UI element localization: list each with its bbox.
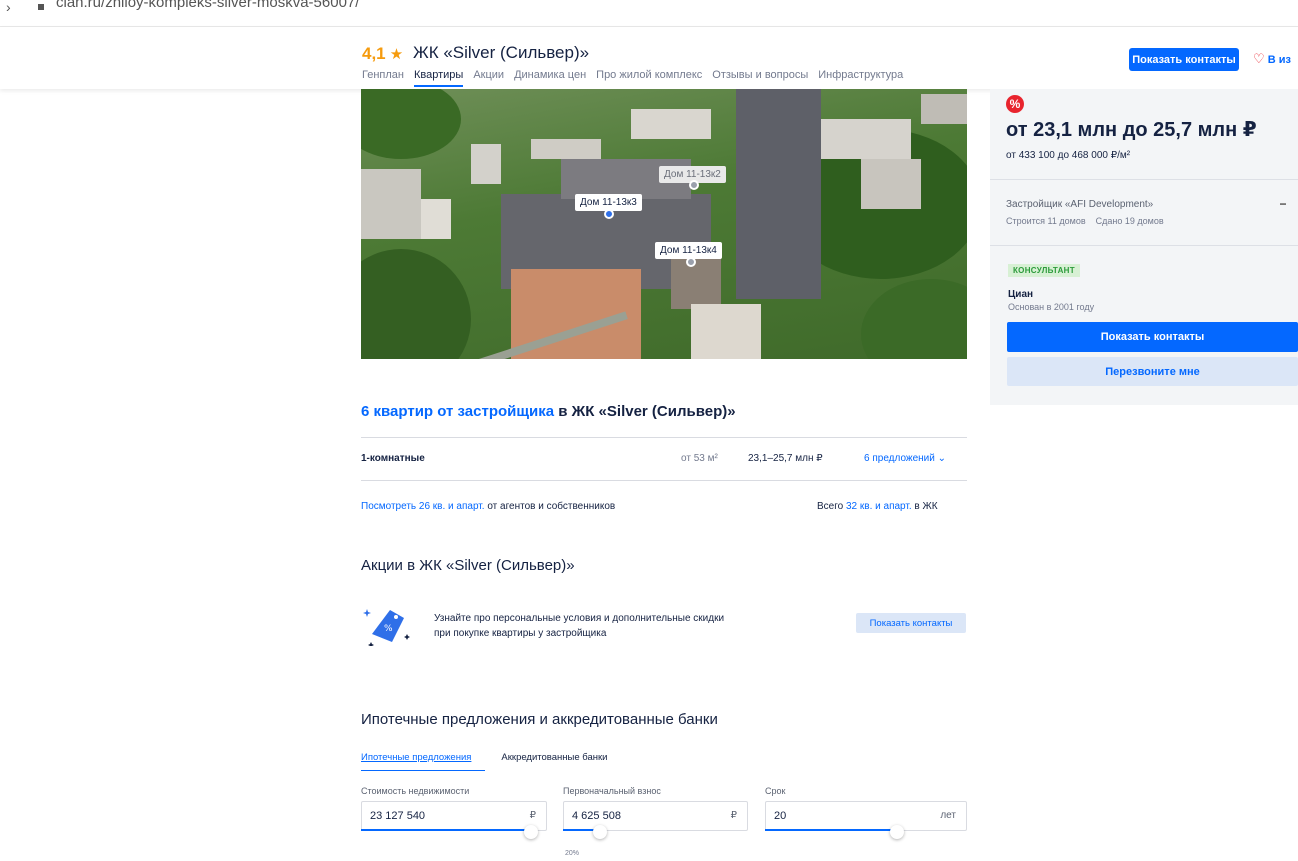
building-shape — [531, 139, 601, 159]
tab-accredited-banks[interactable]: Аккредитованные банки — [501, 752, 607, 763]
building-shape — [631, 109, 711, 139]
svg-text:%: % — [384, 624, 393, 634]
term-slider-handle[interactable] — [890, 825, 904, 839]
price-per-m2: от 433 100 до 468 000 ₽/м² — [1006, 150, 1131, 161]
term-field-label: Срок — [765, 786, 786, 796]
flats-from-developer-link[interactable]: 6 квартир от застройщика — [361, 403, 554, 420]
building-shape — [471, 144, 501, 184]
nav-reviews[interactable]: Отзывы и вопросы — [712, 69, 808, 87]
total-suffix: в ЖК — [911, 501, 938, 512]
complex-render-image[interactable]: Дом 11-13к3 Дом 11-13к2 Дом 11-13к4 — [361, 89, 967, 359]
nav-promos[interactable]: Акции — [473, 69, 504, 87]
discount-badge-icon: % — [1006, 95, 1024, 113]
consultant-since: Основан в 2001 году — [1008, 302, 1095, 312]
sticky-header: 4,1 ★ ЖК «Silver (Сильвер)» Генплан Квар… — [0, 27, 1298, 89]
favorite-button[interactable]: ♡ В из — [1253, 51, 1291, 67]
agents-listings-link[interactable]: Посмотреть 26 кв. и апарт. — [361, 501, 485, 512]
building-shape — [361, 169, 421, 239]
rating: 4,1 ★ — [362, 44, 403, 64]
page-title: ЖК «Silver (Сильвер)» — [413, 43, 590, 62]
down-payment-value: 4 625 508 — [572, 810, 621, 822]
property-price-unit: ₽ — [529, 810, 536, 821]
slider-track — [361, 829, 527, 831]
nav-flats[interactable]: Квартиры — [413, 69, 464, 87]
promo-text-line: при покупке квартиры у застройщика — [434, 628, 607, 639]
nav-infrastructure[interactable]: Инфраструктура — [818, 69, 903, 87]
nav-price-dynamics[interactable]: Динамика цен — [514, 69, 586, 87]
term-value: 20 — [774, 810, 787, 822]
show-contacts-button[interactable]: Показать контакты — [1129, 48, 1239, 71]
building-shape — [691, 304, 761, 359]
developer-building-count: Строится 11 домов — [1006, 216, 1086, 226]
sidebar-show-contacts-button[interactable]: Показать контакты — [1007, 322, 1298, 352]
pin-marker-korpus-4[interactable] — [686, 257, 696, 267]
chevron-down-icon: ⌄ — [937, 453, 947, 464]
active-tab-underline — [361, 770, 485, 771]
developer-delivered-count: Сдано 19 домов — [1095, 216, 1164, 226]
term-unit: лет — [940, 810, 956, 821]
mortgage-section-title: Ипотечные предложения и аккредитованные … — [361, 711, 718, 728]
total-note: Всего 32 кв. и апарт. в ЖК — [817, 501, 938, 512]
divider — [990, 245, 1298, 246]
property-price-value: 23 127 540 — [370, 810, 426, 822]
flats-title-rest: в ЖК «Silver (Сильвер)» — [554, 403, 736, 420]
down-payment-field[interactable]: 4 625 508 ₽ — [563, 801, 748, 831]
property-price-field[interactable]: 23 127 540 ₽ — [361, 801, 547, 831]
promo-section-title: Акции в ЖК «Silver (Сильвер)» — [361, 557, 575, 574]
divider — [361, 437, 967, 438]
building-shape — [811, 119, 911, 159]
price-sidebar: % от 23,1 млн до 25,7 млн ₽ от 433 100 д… — [990, 89, 1298, 405]
favorite-label: В из — [1267, 54, 1291, 66]
flat-type[interactable]: 1-комнатные — [361, 453, 425, 464]
back-chevron-icon[interactable]: › — [6, 0, 11, 14]
building-shape — [421, 199, 451, 239]
promo-text: Узнайте про персональные условия и допол… — [434, 611, 794, 641]
divider — [990, 179, 1298, 180]
url-text[interactable]: cian.ru/zhiloy-kompleks-silver-moskva-56… — [56, 0, 359, 11]
developer-name[interactable]: Застройщик «AFI Development» — [1006, 199, 1153, 210]
developer-stats: Строится 11 домов Сдано 19 домов — [1006, 216, 1164, 226]
heart-icon: ♡ — [1253, 51, 1265, 66]
consultant-name: Циан — [1008, 289, 1034, 300]
flat-area: от 53 м² — [681, 453, 718, 464]
agents-note: Посмотреть 26 кв. и апарт. от агентов и … — [361, 501, 615, 512]
building-shape — [861, 159, 921, 209]
offers-label: 6 предложений — [864, 453, 935, 464]
star-icon: ★ — [385, 46, 404, 63]
site-info-icon[interactable] — [38, 4, 44, 10]
down-payment-slider-handle[interactable] — [593, 825, 607, 839]
rating-value: 4,1 — [362, 44, 386, 63]
term-field[interactable]: 20 лет — [765, 801, 967, 831]
pin-marker-korpus-3[interactable] — [604, 209, 614, 219]
price-range: от 23,1 млн до 25,7 млн ₽ — [1006, 119, 1257, 141]
nav-genplan[interactable]: Генплан — [362, 69, 404, 87]
tower-shape — [736, 89, 821, 299]
total-listings-link[interactable]: 32 кв. и апарт. — [846, 501, 912, 512]
callback-button[interactable]: Перезвоните мне — [1007, 357, 1298, 386]
price-slider-handle[interactable] — [524, 825, 538, 839]
nav-about[interactable]: Про жилой комплекс — [596, 69, 702, 87]
offers-dropdown[interactable]: 6 предложений ⌄ — [864, 453, 946, 464]
promo-show-contacts-button[interactable]: Показать контакты — [856, 613, 966, 633]
down-payment-percent: 20% — [565, 850, 580, 857]
flats-section-title: 6 квартир от застройщика в ЖК «Silver (С… — [361, 403, 736, 420]
down-payment-unit: ₽ — [730, 810, 737, 821]
down-payment-field-label: Первоначальный взнос — [563, 786, 661, 796]
building-shape — [921, 94, 967, 124]
divider — [361, 480, 967, 481]
tab-mortgage-offers[interactable]: Ипотечные предложения — [361, 752, 471, 763]
pin-marker-korpus-2[interactable] — [689, 180, 699, 190]
slider-track — [765, 829, 898, 831]
price-field-label: Стоимость недвижимости — [361, 786, 470, 796]
mortgage-tabs: Ипотечные предложения Аккредитованные ба… — [361, 752, 608, 763]
total-prefix: Всего — [817, 501, 846, 512]
agents-note-rest: от агентов и собственников — [484, 501, 616, 512]
developer-logo: ▬ — [1280, 201, 1286, 207]
browser-address-bar[interactable]: › cian.ru/zhiloy-kompleks-silver-moskva-… — [0, 0, 1298, 26]
promo-text-line: Узнайте про персональные условия и допол… — [434, 613, 725, 624]
discount-tag-icon: % — [363, 609, 410, 646]
consultant-tag: КОНСУЛЬТАНТ — [1008, 264, 1080, 277]
flat-price: 23,1–25,7 млн ₽ — [748, 453, 823, 464]
section-nav: Генплан Квартиры Акции Динамика цен Про … — [362, 69, 903, 87]
